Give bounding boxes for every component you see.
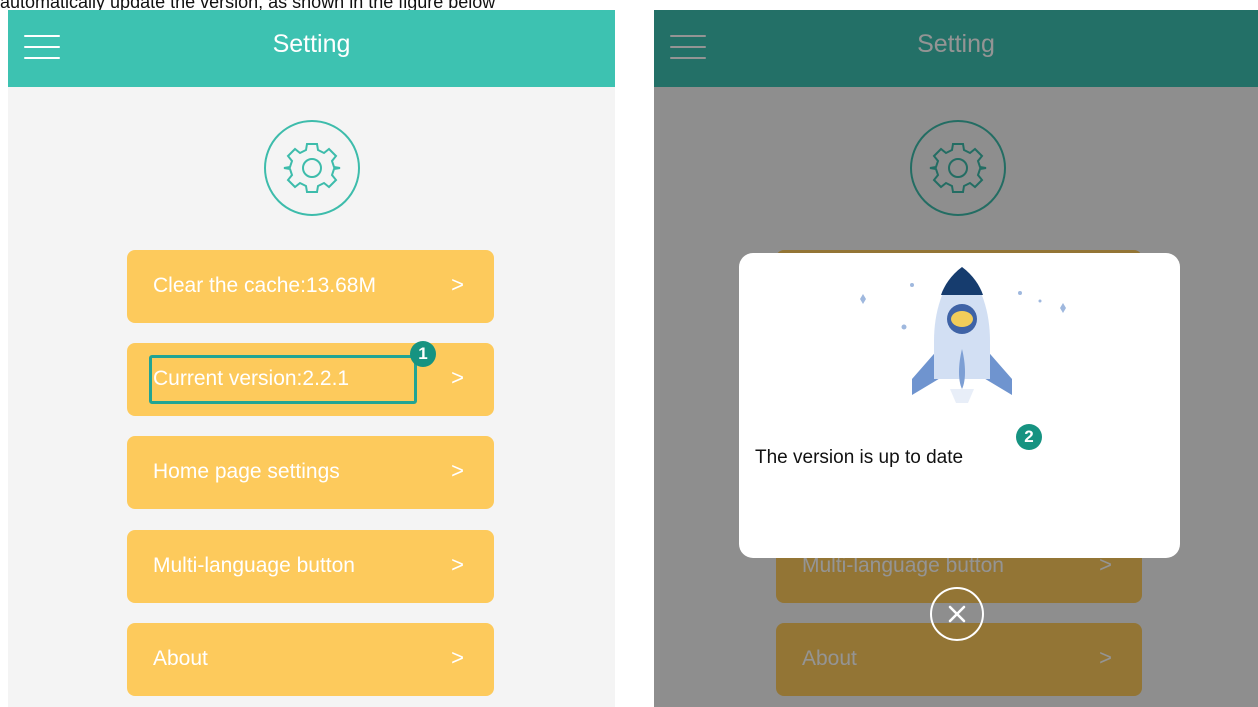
button-label: Clear the cache:13.68M [153, 274, 376, 297]
clear-cache-button[interactable]: Clear the cache:13.68M > [127, 250, 494, 323]
page-title: Setting [272, 30, 351, 58]
close-button[interactable] [930, 587, 984, 641]
button-label: About [153, 647, 208, 670]
dialog-message: The version is up to date [755, 447, 964, 468]
home-page-settings-button[interactable]: Home page settings > [127, 436, 494, 509]
button-label: Multi-language button [153, 554, 355, 577]
about-button[interactable]: About > [127, 623, 494, 696]
version-dialog: The version is up to date 2 [739, 253, 1180, 558]
rocket-icon [860, 267, 1066, 403]
chevron-right-icon: > [451, 365, 464, 390]
button-label: Home page settings [153, 460, 340, 483]
step-badge: 1 [410, 341, 436, 367]
step-badge: 2 [1016, 424, 1042, 450]
chevron-right-icon: > [451, 645, 464, 670]
settings-screen-with-dialog: Setting Multi-language button > About > [654, 10, 1258, 707]
gear-icon [264, 120, 360, 216]
chevron-right-icon: > [451, 458, 464, 483]
version-highlight-box [149, 355, 417, 404]
close-icon [948, 605, 966, 623]
settings-screen: Setting Clear the cache:13.68M > Current… [8, 10, 615, 707]
chevron-right-icon: > [451, 272, 464, 297]
app-bar: Setting [8, 10, 615, 87]
multi-language-button[interactable]: Multi-language button > [127, 530, 494, 603]
chevron-right-icon: > [451, 552, 464, 577]
